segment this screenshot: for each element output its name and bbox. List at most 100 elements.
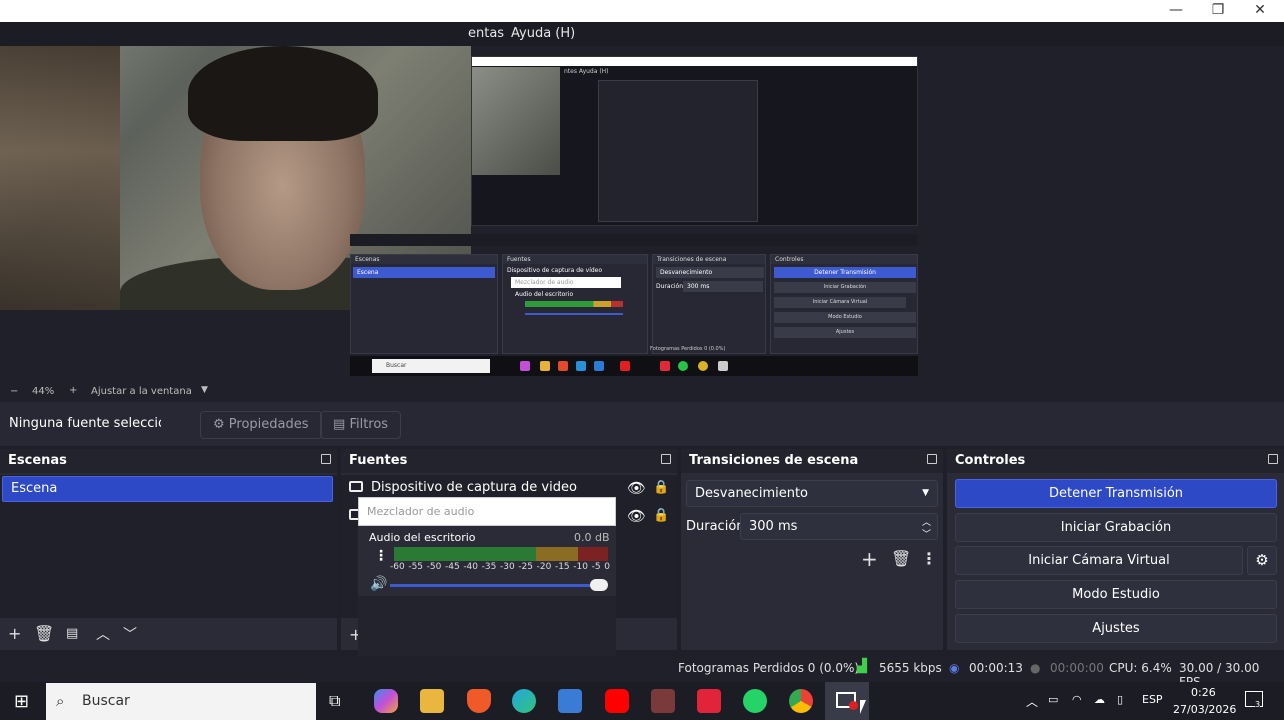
brave-icon[interactable] xyxy=(467,689,491,713)
chevron-down-icon[interactable]: ▼ xyxy=(201,385,208,395)
chevron-up-icon[interactable]: ︿ xyxy=(1026,693,1038,710)
edge-icon[interactable] xyxy=(512,689,536,713)
restore-button[interactable]: ❐ xyxy=(1196,0,1240,22)
properties-button[interactable]: ⚙ Propiedades xyxy=(200,411,322,439)
gear-icon[interactable]: ⚙ xyxy=(1247,546,1277,575)
scene-item[interactable]: Escena xyxy=(2,476,333,502)
stepper-down-icon[interactable]: ﹀ xyxy=(922,523,931,548)
scenes-toolbar: + 🗑 ▤ ︿ ﹀ xyxy=(0,618,337,650)
nested-app-icon xyxy=(718,361,728,371)
nested-dock-title: Transiciones de escena xyxy=(653,255,765,264)
filters-button[interactable]: ▤ Filtros xyxy=(320,411,402,439)
scale-tick: 0 xyxy=(604,562,610,572)
channel-level: 0.0 dB xyxy=(574,531,610,544)
wps-icon[interactable] xyxy=(697,689,721,713)
nested-mixer-header: Mezclador de audio xyxy=(511,277,621,288)
file-explorer-icon[interactable] xyxy=(420,689,444,713)
nested-docks: Escenas Escena Fuentes Dispositivo de ca… xyxy=(350,254,918,354)
nested-dock-title: Fuentes xyxy=(503,255,647,264)
clock-date[interactable]: 27/03/2026 xyxy=(1173,703,1236,716)
notification-icon[interactable]: 3 xyxy=(1245,691,1263,709)
studio-mode-button[interactable]: Modo Estudio xyxy=(955,580,1277,609)
menu-item-ventanas[interactable]: entas xyxy=(468,26,504,41)
cloud-icon[interactable]: ☁ xyxy=(1094,693,1105,706)
nested-studio-button: Modo Estudio xyxy=(774,312,916,323)
scale-tick: -10 xyxy=(573,562,588,572)
filter-icon[interactable]: ▤ xyxy=(66,626,78,641)
undock-icon[interactable] xyxy=(321,454,331,464)
zoom-in-button[interactable]: + xyxy=(69,385,77,396)
move-down-icon[interactable]: ﹀ xyxy=(123,624,137,644)
nested-app-icon xyxy=(678,361,688,371)
channel-name: Audio del escritorio xyxy=(369,531,476,544)
zoom-bar: − 44% + Ajustar a la ventana ▼ xyxy=(0,384,1284,402)
speaker-icon[interactable]: 🔊 xyxy=(370,576,387,592)
language-indicator[interactable]: ESP xyxy=(1142,693,1163,706)
undock-icon[interactable] xyxy=(1268,454,1278,464)
stream-time: 00:00:13 xyxy=(969,661,1023,675)
undock-icon[interactable] xyxy=(661,454,671,464)
kebab-menu-icon[interactable]: ⋮ xyxy=(374,548,388,564)
meter-red xyxy=(578,547,608,561)
eye-icon[interactable]: 👁 xyxy=(627,507,646,525)
nested-app-icon xyxy=(576,361,586,371)
battery-icon[interactable]: ▭ xyxy=(1048,693,1058,706)
duration-input[interactable]: 300 ms ︿ ﹀ xyxy=(740,513,938,540)
lock-icon[interactable]: 🔒 xyxy=(653,508,669,523)
app-icon[interactable] xyxy=(651,689,675,713)
scale-tick: -25 xyxy=(518,562,533,572)
wifi-icon[interactable]: ◠ xyxy=(1072,693,1082,706)
transition-select[interactable]: Desvanecimiento ▼ xyxy=(686,480,938,507)
start-recording-button[interactable]: Iniciar Grabación xyxy=(955,513,1277,542)
task-view-icon[interactable]: ⧉ xyxy=(329,691,340,711)
nested-audio-label: Audio del escritorio xyxy=(515,291,574,298)
zoom-out-button[interactable]: − xyxy=(10,386,18,397)
windows-start-icon[interactable]: ⊞ xyxy=(14,691,29,712)
add-transition-icon[interactable]: + xyxy=(861,547,878,571)
source-item-video-capture[interactable]: Dispositivo de captura de video xyxy=(349,477,577,499)
trash-icon[interactable]: 🗑 xyxy=(891,549,911,568)
status-bar: Fotogramas Perdidos 0 (0.0%) ▟ 5655 kbps… xyxy=(0,656,1284,689)
cpu-usage: CPU: 6.4% xyxy=(1109,661,1172,675)
chrome-icon[interactable] xyxy=(789,689,813,713)
preview-canvas[interactable]: ntes Ayuda (H) Escenas Escena Fuentes Di… xyxy=(0,46,1284,384)
nested-search-box: Buscar xyxy=(372,359,490,373)
close-button[interactable]: ✕ xyxy=(1238,0,1282,22)
copilot-icon[interactable] xyxy=(374,689,398,713)
nested-taskbar: Buscar xyxy=(350,356,918,376)
trash-icon[interactable]: 🗑 xyxy=(34,624,54,643)
minimize-button[interactable]: — xyxy=(1154,0,1198,22)
person-hair xyxy=(188,46,378,141)
fit-window-button[interactable]: Ajustar a la ventana xyxy=(91,386,192,397)
stop-streaming-button[interactable]: Detener Transmisión xyxy=(955,479,1277,508)
nested-menu: ntes Ayuda (H) xyxy=(564,68,609,75)
lock-icon[interactable]: 🔒 xyxy=(653,480,669,495)
undock-icon[interactable] xyxy=(927,454,937,464)
store-icon[interactable] xyxy=(558,689,582,713)
move-up-icon[interactable]: ︿ xyxy=(96,624,110,644)
volume-slider[interactable] xyxy=(390,584,602,587)
nested-virtualcam-button: Iniciar Cámara Virtual xyxy=(774,297,906,308)
whatsapp-icon[interactable] xyxy=(743,689,767,713)
nested-app-icon xyxy=(620,361,630,371)
kebab-menu-icon[interactable]: ⋮ xyxy=(921,549,937,568)
camera-icon xyxy=(349,481,363,492)
settings-button[interactable]: Ajustes xyxy=(955,614,1277,643)
youtube-icon[interactable] xyxy=(605,689,629,713)
nested-duration-label: Duración xyxy=(656,283,684,290)
clock-time[interactable]: 0:26 xyxy=(1191,686,1216,699)
menu-item-ayuda[interactable]: Ayuda (H) xyxy=(511,26,575,41)
meter-scale: -60 -55 -50 -45 -40 -35 -30 -25 -20 -15 … xyxy=(390,562,610,574)
nested-zoom-bar xyxy=(350,234,918,246)
add-scene-icon[interactable]: + xyxy=(8,624,21,643)
device-icon[interactable]: ▯ xyxy=(1117,693,1123,706)
bitrate: 5655 kbps xyxy=(879,661,942,675)
taskbar-search-box[interactable]: ⌕ Buscar xyxy=(46,683,316,720)
mouse-cursor xyxy=(860,700,866,714)
start-virtual-camera-button[interactable]: Iniciar Cámara Virtual xyxy=(955,546,1243,575)
eye-icon[interactable]: 👁 xyxy=(627,479,646,497)
nested-dock-sources: Fuentes Dispositivo de captura de vídeo … xyxy=(502,254,648,354)
filters-label: Filtros xyxy=(349,417,389,432)
nested-volume xyxy=(525,313,623,315)
volume-slider-handle[interactable] xyxy=(590,579,608,591)
